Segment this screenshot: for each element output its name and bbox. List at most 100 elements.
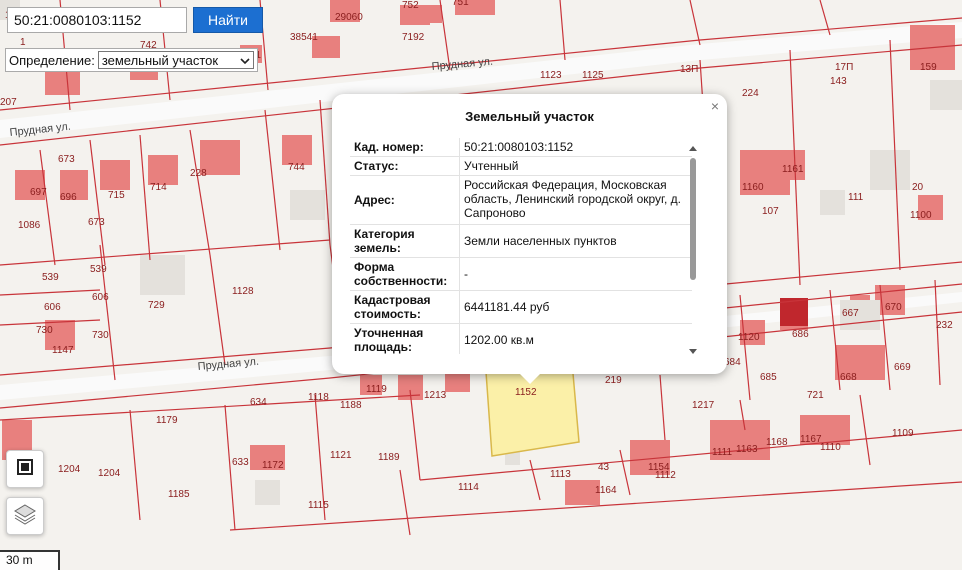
definition-selector: Определение: земельный участок <box>5 48 258 72</box>
parcel-number-label: 1213 <box>424 390 447 401</box>
layers-button[interactable] <box>6 497 44 535</box>
attr-key: Категория земель: <box>350 225 460 257</box>
parcel-number-label: 1112 <box>655 470 676 481</box>
parcel-number-label: 159 <box>920 62 937 73</box>
parcel-number-label: 673 <box>58 154 75 165</box>
parcel-number-label: 1121 <box>330 450 352 461</box>
frame-icon <box>16 458 34 481</box>
popup-scrollbar[interactable] <box>688 146 698 354</box>
attr-value: 50:21:0080103:1152 <box>464 140 574 154</box>
chevron-down-icon <box>240 53 250 68</box>
parcel-number-label: 1115 <box>308 500 329 511</box>
search-button[interactable]: Найти <box>193 7 263 33</box>
parcel-number-label: 686 <box>792 329 809 340</box>
parcel-number-label: 730 <box>92 330 109 341</box>
parcel-number-label: 1123 <box>540 70 562 81</box>
parcel-number-label: 1110 <box>820 442 841 453</box>
parcel-number-label: 714 <box>150 182 167 193</box>
popup-title: Земельный участок <box>465 109 594 124</box>
parcel-number-label: 697 <box>30 187 47 198</box>
parcel-number-label: 232 <box>936 320 953 331</box>
parcel-number-label: 219 <box>605 375 622 386</box>
attr-row-status: Статус: Учтенный <box>350 157 692 176</box>
parcel-number-label: 1128 <box>232 286 254 297</box>
parcel-number-label: 715 <box>108 190 125 201</box>
parcel-number-label: 606 <box>44 302 61 313</box>
definition-selected-value: земельный участок <box>101 52 219 68</box>
frame-toggle-button[interactable] <box>6 450 44 488</box>
scroll-down-arrow[interactable] <box>689 349 697 354</box>
parcel-number-label: 1172 <box>262 460 284 471</box>
attr-key: Статус: <box>350 157 460 175</box>
parcel-number-label: 667 <box>842 308 859 319</box>
popup-attribute-table: Кад. номер: 50:21:0080103:1152 Статус: У… <box>350 138 692 354</box>
parcel-number-label: 633 <box>232 457 249 468</box>
parcel-number-label: 1111 <box>712 447 732 458</box>
attr-value: Учтенный <box>464 159 519 173</box>
parcel-number-label: 13П <box>680 64 698 75</box>
parcel-number-label: 696 <box>60 192 77 203</box>
parcel-number-label: 38541 <box>290 32 318 43</box>
parcel-number-label: 107 <box>762 206 779 217</box>
attr-key: Форма собственности: <box>350 258 460 290</box>
parcel-number-label: 1189 <box>378 452 400 463</box>
attr-row-land-category: Категория земель: Земли населенных пункт… <box>350 225 692 258</box>
parcel-number-label: 111 <box>848 192 864 203</box>
scroll-thumb[interactable] <box>690 158 696 280</box>
parcel-number-label: 224 <box>742 88 759 99</box>
parcel-number-label: 1120 <box>738 332 760 343</box>
parcel-info-popup: Земельный участок × Кад. номер: 50:21:00… <box>332 94 727 374</box>
attr-key: Адрес: <box>350 176 460 224</box>
attr-row-area: Уточненная площадь: 1202.00 кв.м <box>350 324 692 354</box>
parcel-number-label: 729 <box>148 300 165 311</box>
parcel-number-label: 1086 <box>18 220 41 231</box>
parcel-number-label: 670 <box>885 302 902 313</box>
parcel-number-label: 29060 <box>335 12 363 23</box>
parcel-number-label: 228 <box>190 168 207 179</box>
attr-row-cadastral-value: Кадастровая стоимость: 6441181.44 руб <box>350 291 692 324</box>
parcel-number-label: 17П <box>835 62 853 73</box>
definition-select[interactable]: земельный участок <box>97 51 254 69</box>
parcel-number-label: 673 <box>88 217 105 228</box>
parcel-number-label: 1125 <box>582 70 604 81</box>
definition-label: Определение: <box>9 52 95 68</box>
search-input[interactable]: 50:21:0080103:1152 <box>7 7 187 33</box>
parcel-number-label: 20 <box>912 182 924 193</box>
attr-value: 1202.00 кв.м <box>464 333 534 347</box>
parcel-number-label: 1160 <box>742 182 764 193</box>
parcel-number-label: 1163 <box>736 444 758 455</box>
parcel-number-label: 1168 <box>766 437 788 448</box>
parcel-number-label: 751 <box>452 0 469 8</box>
parcel-number-label: 685 <box>760 372 777 383</box>
parcel-number-label: 1188 <box>340 400 362 411</box>
parcel-number-label: 539 <box>42 272 59 283</box>
parcel-number-label: 1113 <box>550 469 571 480</box>
parcel-number-label: 669 <box>894 362 911 373</box>
parcel-number-label: 7192 <box>402 32 425 43</box>
attr-key: Кадастровая стоимость: <box>350 291 460 323</box>
layers-icon <box>13 503 37 530</box>
parcel-number-label: 539 <box>90 264 107 275</box>
parcel-number-label: 668 <box>840 372 857 383</box>
parcel-number-label: 1 <box>20 37 26 48</box>
parcel-number-label: 752 <box>402 0 419 11</box>
parcel-number-label: 1164 <box>595 485 617 496</box>
attr-key: Уточненная площадь: <box>350 324 460 354</box>
attr-row-address: Адрес: Российская Федерация, Московская … <box>350 176 692 225</box>
attr-row-ownership: Форма собственности: - <box>350 258 692 291</box>
parcel-number-label: 1100 <box>910 210 932 221</box>
parcel-number-label: 744 <box>288 162 305 173</box>
parcel-number-label: 1147 <box>52 345 74 356</box>
parcel-number-label: 634 <box>250 397 267 408</box>
parcel-number-label: 1109 <box>892 428 914 439</box>
scroll-up-arrow[interactable] <box>689 146 697 151</box>
parcel-number-label: 1204 <box>98 468 121 479</box>
close-icon[interactable]: × <box>711 98 719 114</box>
parcel-number-label: 1217 <box>692 400 715 411</box>
attr-key: Кад. номер: <box>350 138 460 156</box>
parcel-number-label: 1179 <box>156 415 178 426</box>
parcel-number-label: 1152 <box>515 387 537 398</box>
scale-bar: 30 m <box>0 550 60 570</box>
parcel-number-label: 730 <box>36 325 53 336</box>
parcel-number-label: 1161 <box>782 164 804 175</box>
